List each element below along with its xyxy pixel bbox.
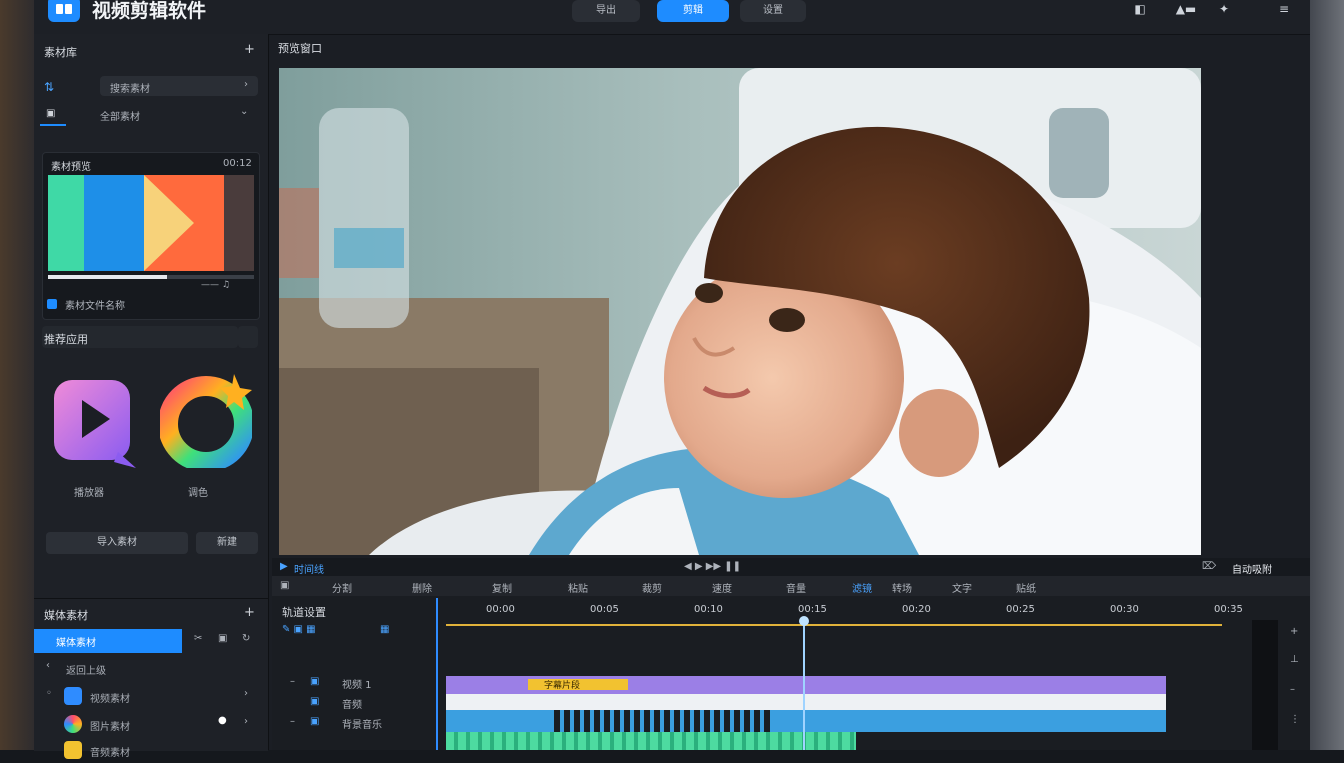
- timeline-scale: [446, 624, 1222, 626]
- image-icon[interactable]: ▣: [218, 633, 227, 644]
- search-input[interactable]: 搜索素材 ›: [100, 76, 258, 96]
- track-label-audio: ▣ 音频: [310, 696, 362, 711]
- audio-meter: [1252, 620, 1278, 750]
- volume-icon[interactable]: —— ♫: [201, 280, 230, 290]
- track-tool-icons[interactable]: ✎ ▣ ▦: [282, 624, 316, 635]
- ruler-tick-label: 00:35: [1214, 604, 1243, 615]
- edit-button[interactable]: 剪辑: [657, 0, 729, 22]
- fit-icon[interactable]: ⊥: [1290, 654, 1299, 665]
- audio-clip[interactable]: [446, 710, 1166, 732]
- export-button[interactable]: 导出: [572, 0, 640, 22]
- video-editor-window: 视频剪辑软件 导出 剪辑 设置 ◧ ▲▬ ✦ ≡ 素材库 + ⇅ 搜索素材 › …: [34, 0, 1310, 759]
- music-track-icon: ▣: [310, 716, 320, 727]
- ruler-tick-label: 00:10: [694, 604, 723, 615]
- chevron-right-icon: ›: [244, 79, 248, 90]
- ruler-tick-label: 00:20: [902, 604, 931, 615]
- video-preview[interactable]: [279, 68, 1201, 555]
- plus-icon[interactable]: +: [244, 42, 255, 57]
- new-button[interactable]: 新建: [196, 532, 258, 554]
- media-back-row[interactable]: ‹ 返回上级: [34, 655, 268, 681]
- playback-controls[interactable]: ◀ ▶ ▶▶ ❚❚: [684, 561, 741, 572]
- preview-frame: [279, 68, 1201, 555]
- recommend-toggle[interactable]: [238, 326, 258, 348]
- ruler-tick-label: 00:05: [590, 604, 619, 615]
- settings-button[interactable]: 设置: [740, 0, 806, 22]
- ruler-tick-label: 00:25: [1006, 604, 1035, 615]
- asset-thumbnail: [48, 175, 254, 271]
- video-track-icon: ▣: [310, 676, 320, 687]
- ruler-tick-label: 00:15: [798, 604, 827, 615]
- app-logo: [48, 0, 80, 22]
- all-assets-tab[interactable]: 全部素材: [100, 108, 140, 123]
- back-icon: ‹: [46, 660, 50, 671]
- timeline-icon: ▶: [280, 561, 288, 572]
- plus-icon[interactable]: +: [244, 605, 255, 620]
- settings-sliders-icon[interactable]: ≡: [1276, 2, 1292, 16]
- app-title: 视频剪辑软件: [92, 0, 207, 22]
- media-item[interactable]: 图片素材 ● ›: [34, 711, 268, 737]
- file-icon: [47, 299, 57, 309]
- chevron-right-icon: ›: [244, 716, 248, 727]
- collapse-icon: ◦: [46, 688, 52, 699]
- collapse-icon: –: [290, 716, 295, 727]
- chevron-down-icon[interactable]: ⌄: [240, 106, 248, 117]
- zoom-in-icon[interactable]: +: [1290, 626, 1298, 637]
- track-header: 轨道设置: [282, 606, 326, 619]
- chevron-right-icon: ›: [244, 688, 248, 699]
- scrub-bar[interactable]: [48, 275, 254, 279]
- asset-preview-card[interactable]: 素材预览 00:12 —— ♫ 素材文件名称: [42, 152, 260, 320]
- tab-underline: [40, 124, 66, 126]
- color-app-icon[interactable]: [160, 372, 252, 468]
- title-bar: 视频剪辑软件 导出 剪辑 设置 ◧ ▲▬ ✦ ≡: [34, 0, 1310, 35]
- player-app-icon[interactable]: [54, 380, 136, 470]
- media-panel: 媒体素材 + 媒体素材 ✂ ▣ ↻ ‹ 返回上级 ◦ 视频素材 › 图片素材 ●…: [34, 598, 268, 759]
- sub-icon[interactable]: ▣: [280, 580, 289, 591]
- caption-strip[interactable]: [446, 694, 1166, 710]
- media-item[interactable]: ◦ 视频素材 ›: [34, 683, 268, 709]
- music-clip[interactable]: [446, 732, 856, 750]
- player-app-label: 播放器: [74, 488, 104, 499]
- grid-icon[interactable]: ▣: [46, 108, 55, 119]
- media-item[interactable]: 音频素材: [34, 737, 268, 763]
- user-icon[interactable]: ▲▬: [1166, 2, 1206, 16]
- media-selected-item[interactable]: 媒体素材: [34, 629, 182, 653]
- track-label-video: – ▣ 视频 1: [290, 676, 372, 691]
- timeline: 轨道设置 ✎ ▣ ▦ ▦ 00:00 00:05 00:10 00:15 00:20 00…: [272, 596, 1310, 750]
- track-divider: [436, 598, 438, 750]
- video-clip[interactable]: 字幕片段: [446, 676, 1166, 694]
- import-button[interactable]: 导入素材: [46, 532, 188, 554]
- color-app-label: 调色: [188, 488, 208, 499]
- audio-waveform: [554, 710, 774, 732]
- asset-panel-title: 素材库: [44, 46, 77, 59]
- timeline-edit-bar: ▣ 分割 删除 复制 粘贴 裁剪 速度 音量 滤镜 转场 文字 贴纸: [272, 576, 1310, 596]
- bag-icon: ●: [218, 715, 227, 726]
- zoom-out-icon[interactable]: –: [1290, 684, 1295, 695]
- ruler-tick-label: 00:30: [1110, 604, 1139, 615]
- lock-icon: ▣: [310, 696, 320, 707]
- grid-toggle-icon[interactable]: ▦: [380, 624, 389, 635]
- refresh-icon[interactable]: ↻: [242, 633, 250, 644]
- search-icon: ⇅: [44, 80, 55, 94]
- magnet-icon[interactable]: ⌦: [1202, 561, 1216, 572]
- cut-icon[interactable]: ✂: [194, 633, 202, 644]
- more-icon[interactable]: ⋮: [1290, 714, 1300, 725]
- magic-wand-icon[interactable]: ✦: [1216, 2, 1232, 16]
- book-icon[interactable]: ◧: [1132, 2, 1148, 16]
- ruler-tick-label: 00:00: [486, 604, 515, 615]
- timeline-toolbar: ▶ 时间线 ◀ ▶ ▶▶ ❚❚ ⌦ 自动吸附: [272, 558, 1310, 576]
- playhead[interactable]: [799, 616, 809, 750]
- track-label-music: – ▣ 背景音乐: [290, 716, 382, 731]
- preview-title: 预览窗口: [278, 42, 322, 55]
- title-clip[interactable]: 字幕片段: [528, 679, 628, 691]
- collapse-icon: –: [290, 676, 295, 687]
